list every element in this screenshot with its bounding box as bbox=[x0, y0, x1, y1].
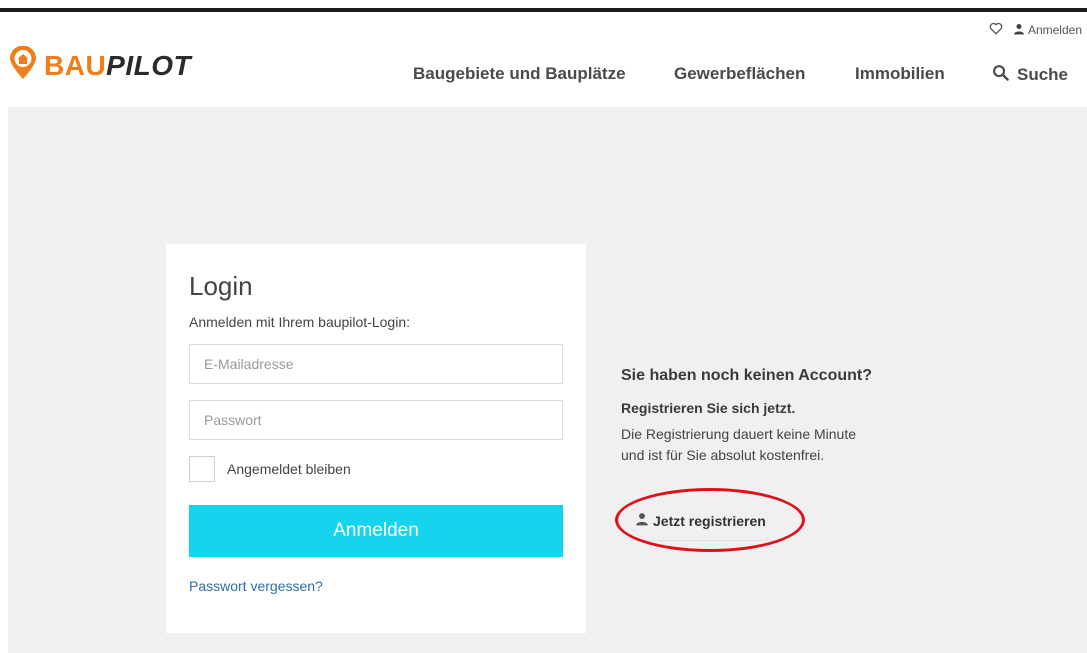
email-input[interactable] bbox=[189, 344, 563, 384]
search-icon bbox=[992, 64, 1009, 86]
nav-item-gewerbeflaechen[interactable]: Gewerbeflächen bbox=[674, 64, 805, 84]
password-input[interactable] bbox=[189, 400, 563, 440]
utility-login-label: Anmelden bbox=[1027, 23, 1082, 37]
utility-login-link[interactable]: Anmelden bbox=[1013, 23, 1082, 38]
baupilot-logo[interactable]: BAUPILOT bbox=[8, 45, 192, 85]
house-pin-icon bbox=[8, 45, 38, 85]
register-description: Die Registrierung dauert keine Minute un… bbox=[621, 424, 921, 466]
login-subtitle: Anmelden mit Ihrem baupilot-Login: bbox=[189, 314, 411, 330]
utility-bar: Anmelden bbox=[989, 22, 1082, 38]
forgot-password-link[interactable]: Passwort vergessen? bbox=[189, 578, 323, 594]
heart-icon[interactable] bbox=[989, 22, 1003, 38]
logo-text-pilot: PILOT bbox=[106, 49, 192, 81]
logo-text: BAUPILOT bbox=[44, 49, 192, 81]
login-title: Login bbox=[189, 271, 253, 301]
remember-me[interactable]: Angemeldet bleiben bbox=[189, 456, 351, 482]
nav-item-baugebiete[interactable]: Baugebiete und Bauplätze bbox=[413, 64, 626, 84]
user-icon bbox=[1013, 23, 1025, 38]
register-description-line2: und ist für Sie absolut kostenfrei. bbox=[621, 447, 825, 463]
nav-item-immobilien[interactable]: Immobilien bbox=[855, 64, 945, 84]
nav-item-suche[interactable]: Suche bbox=[992, 64, 1068, 86]
logo-text-bau: BAU bbox=[44, 49, 107, 81]
top-border-bar bbox=[0, 8, 1087, 12]
nav-search-label: Suche bbox=[1017, 65, 1069, 84]
red-highlight-circle bbox=[615, 488, 805, 552]
login-card: Login Anmelden mit Ihrem baupilot-Login:… bbox=[166, 244, 586, 633]
login-submit-button[interactable]: Anmelden bbox=[189, 505, 563, 557]
remember-checkbox[interactable] bbox=[189, 456, 215, 482]
register-subtitle: Registrieren Sie sich jetzt. bbox=[621, 400, 796, 416]
register-description-line1: Die Registrierung dauert keine Minute bbox=[621, 426, 857, 442]
register-title: Sie haben noch keinen Account? bbox=[621, 367, 872, 384]
remember-label: Angemeldet bleiben bbox=[227, 461, 351, 477]
